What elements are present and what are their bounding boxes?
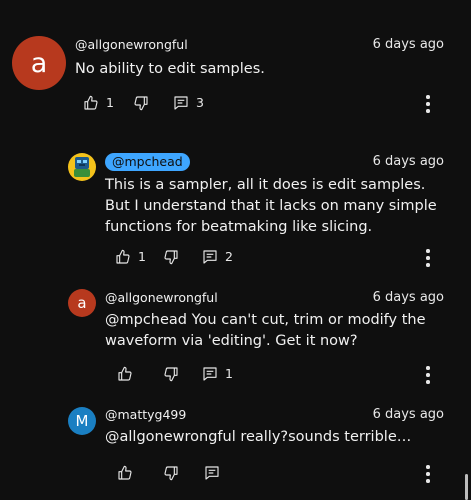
like-count: 1 <box>138 249 146 264</box>
more-options-button[interactable] <box>423 365 433 385</box>
thumb-down-icon <box>163 366 179 382</box>
comment-author[interactable]: @allgonewrongful <box>105 290 218 306</box>
character-avatar-icon <box>68 153 96 181</box>
reply-comment: a @allgonewrongful 6 days ago @mpchead Y… <box>0 280 471 390</box>
more-options-button[interactable] <box>423 94 433 114</box>
comment-icon <box>204 465 220 481</box>
dislike-button[interactable] <box>133 93 149 113</box>
thumb-up-icon <box>83 95 99 111</box>
comment-icon <box>202 249 218 265</box>
comment-timestamp: 6 days ago <box>372 37 444 52</box>
more-options-button[interactable] <box>423 464 433 484</box>
more-vert-icon <box>426 465 430 469</box>
comment-actions: 1 <box>117 364 417 384</box>
comment-text: @allgonewrongful really?sounds terrible… <box>105 429 412 445</box>
comment-text: @mpchead You can't cut, trim or modify t… <box>105 312 426 349</box>
more-options-button[interactable] <box>423 248 433 268</box>
comment-actions: 1 3 <box>83 93 383 113</box>
more-vert-icon <box>426 249 430 253</box>
reply-comment: M @mattyg499 6 days ago @allgonewrongful… <box>0 398 471 500</box>
avatar[interactable] <box>68 153 96 181</box>
comment-text: No ability to edit samples. <box>75 61 265 77</box>
comment-author[interactable]: @mattyg499 <box>105 407 186 423</box>
reply-count: 2 <box>225 249 233 264</box>
reply-button[interactable]: 1 <box>202 364 233 384</box>
comment-actions <box>117 463 417 483</box>
avatar-letter: a <box>30 47 48 79</box>
like-count: 1 <box>106 95 114 110</box>
reply-button[interactable]: 2 <box>202 247 233 267</box>
comment-actions: 1 2 <box>115 247 415 267</box>
thumb-down-icon <box>133 95 149 111</box>
comment-icon <box>173 95 189 111</box>
avatar-letter: M <box>75 412 89 430</box>
thumb-up-icon <box>117 465 133 481</box>
like-button[interactable] <box>117 463 133 483</box>
dislike-button[interactable] <box>163 364 179 384</box>
thumb-down-icon <box>163 465 179 481</box>
avatar[interactable]: a <box>12 36 66 90</box>
thumb-down-icon <box>163 249 179 265</box>
comment-author-highlighted[interactable]: @mpchead <box>105 153 190 171</box>
reply-button[interactable]: 3 <box>173 93 204 113</box>
more-vert-icon <box>426 366 430 370</box>
avatar[interactable]: a <box>68 289 96 317</box>
like-button[interactable]: 1 <box>115 247 146 267</box>
comment-timestamp: 6 days ago <box>372 154 444 169</box>
comment-text: This is a sampler, all it does is edit s… <box>105 177 437 235</box>
dislike-button[interactable] <box>163 247 179 267</box>
comment-icon <box>202 366 218 382</box>
dislike-button[interactable] <box>163 463 179 483</box>
avatar[interactable]: M <box>68 407 96 435</box>
comment-author[interactable]: @allgonewrongful <box>75 37 188 53</box>
like-button[interactable] <box>117 364 133 384</box>
thumb-up-icon <box>117 366 133 382</box>
reply-comment: @mpchead 6 days ago This is a sampler, a… <box>0 140 471 270</box>
thumb-up-icon <box>115 249 131 265</box>
reply-count: 3 <box>196 95 204 110</box>
comment-timestamp: 6 days ago <box>372 407 444 422</box>
comment-timestamp: 6 days ago <box>372 290 444 305</box>
like-button[interactable]: 1 <box>83 93 114 113</box>
reply-count: 1 <box>225 366 233 381</box>
comment-thread: a @allgonewrongful 6 days ago No ability… <box>0 0 471 125</box>
more-vert-icon <box>426 95 430 99</box>
scrollbar[interactable] <box>465 474 468 500</box>
reply-button[interactable] <box>204 463 220 483</box>
avatar-letter: a <box>77 294 87 312</box>
